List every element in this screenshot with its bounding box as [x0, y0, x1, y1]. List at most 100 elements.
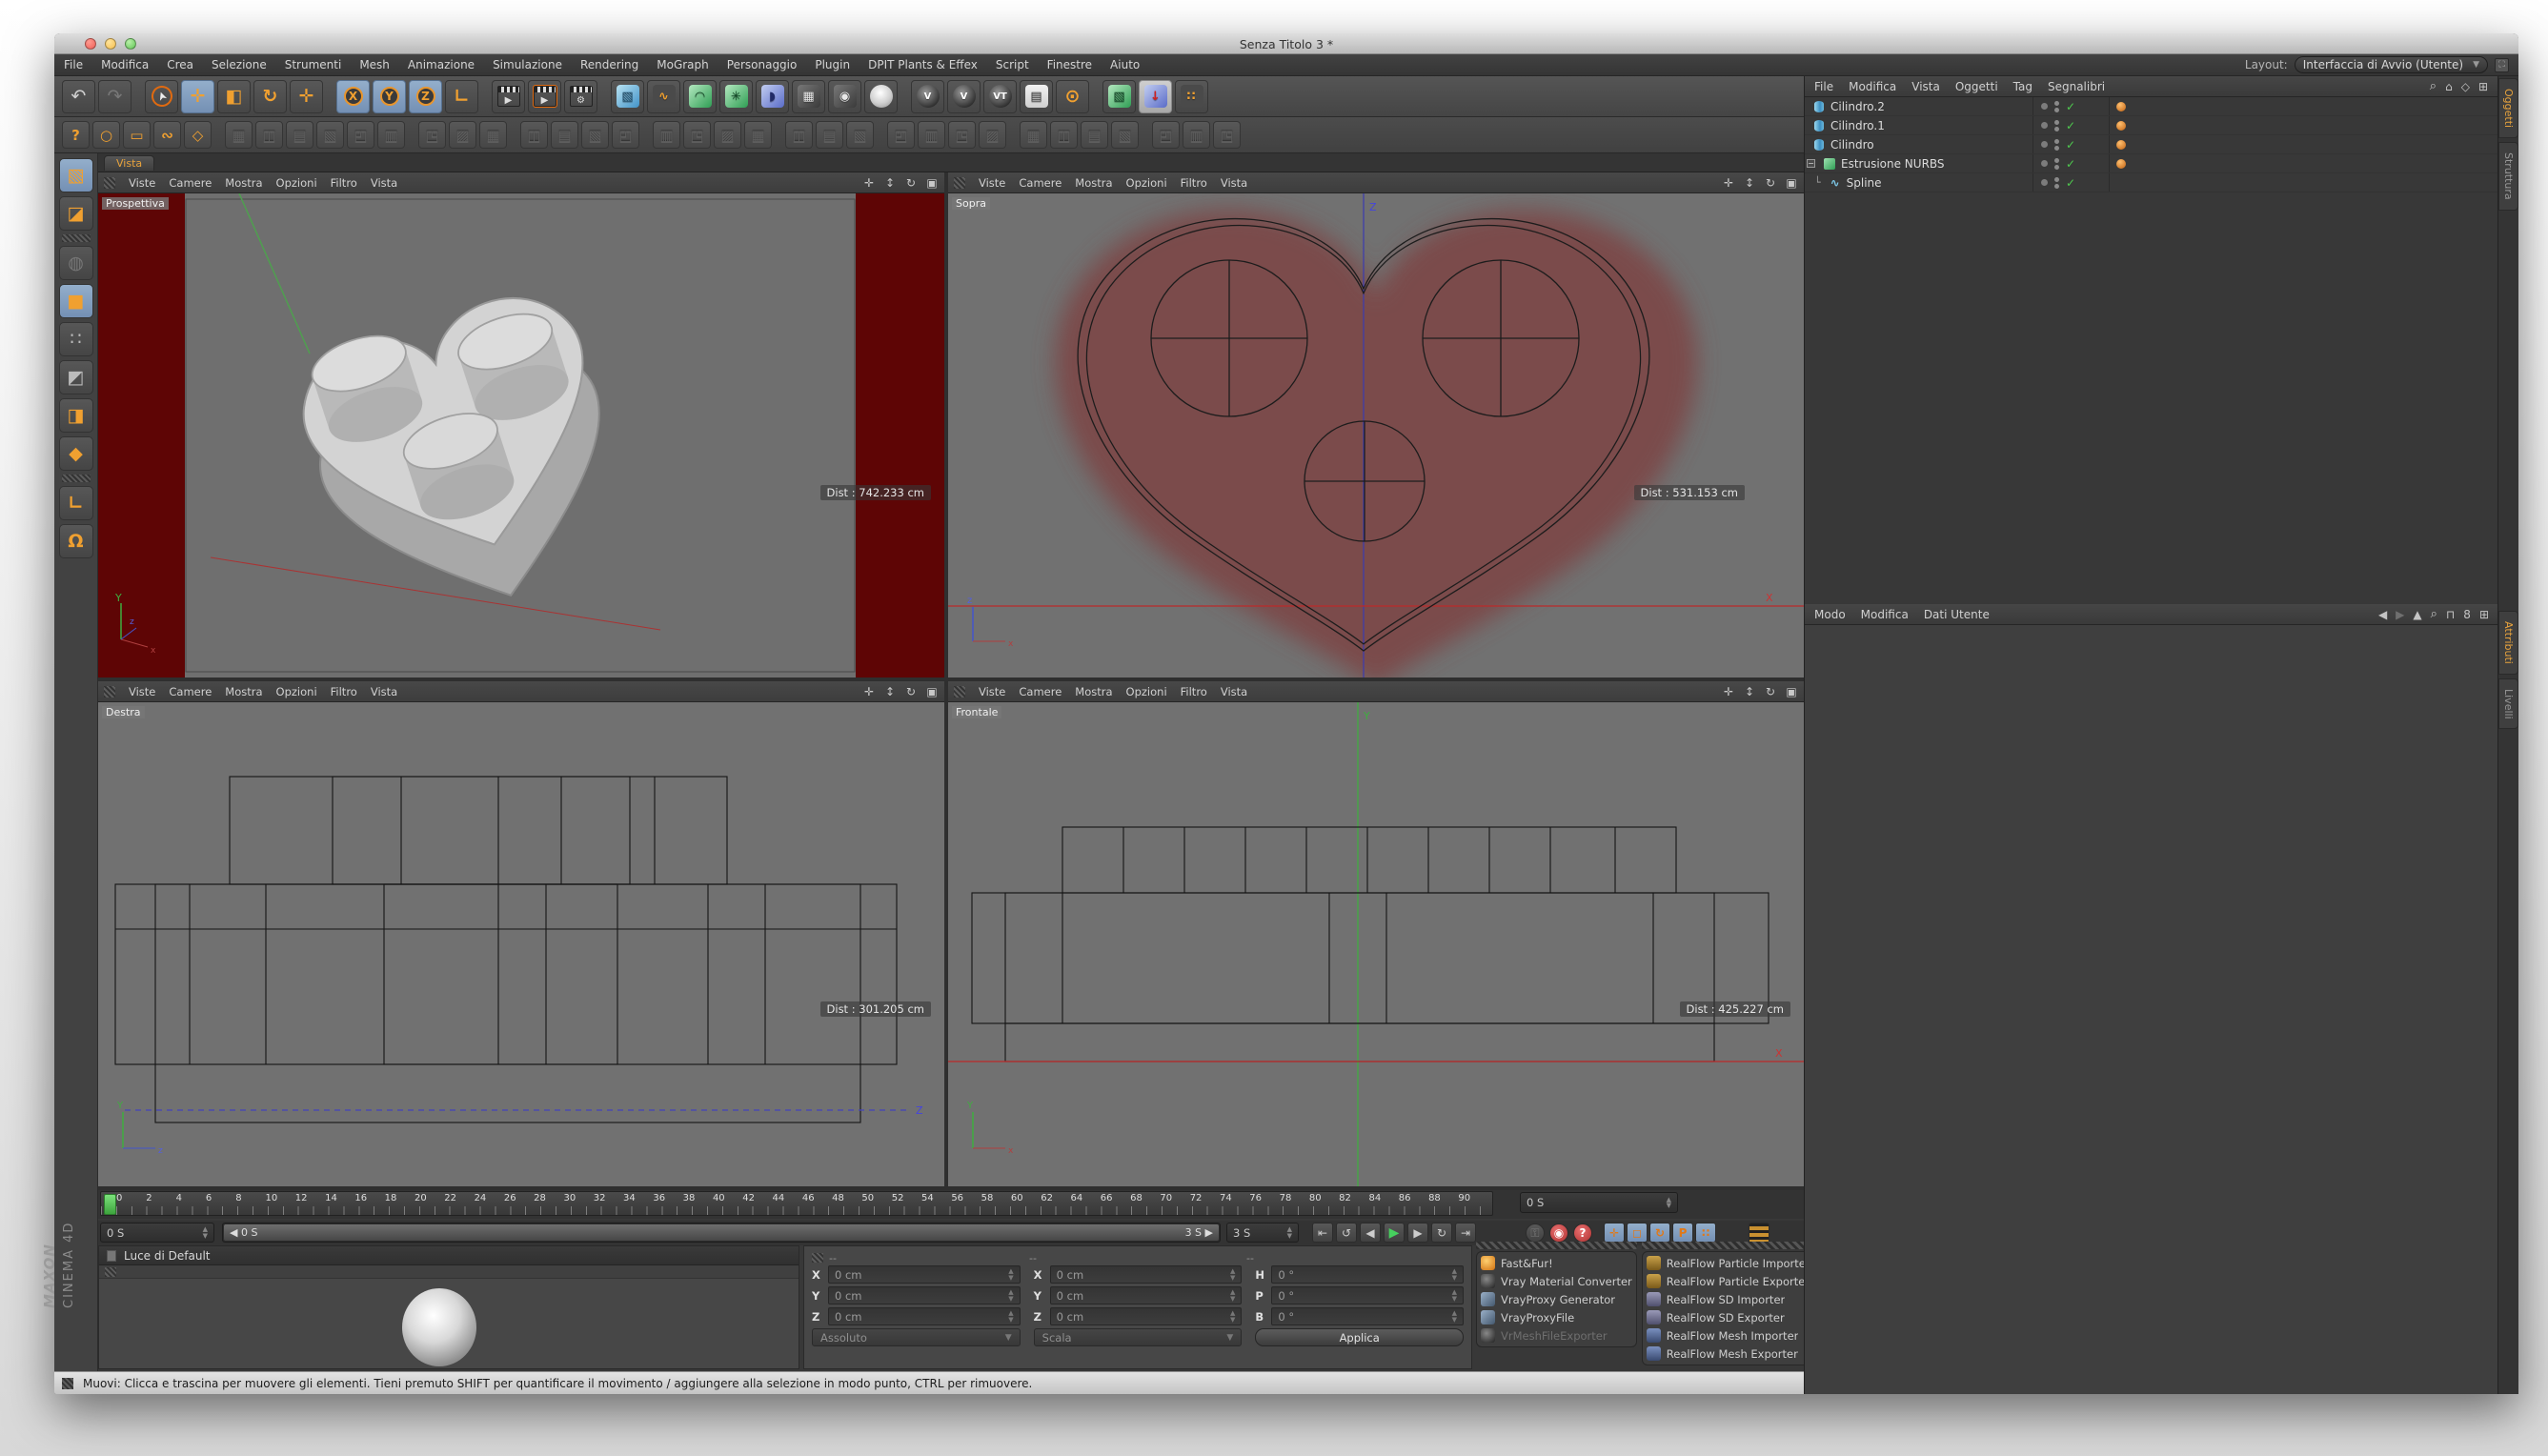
- lock-z-icon[interactable]: Z: [409, 80, 442, 113]
- deformer-icon[interactable]: ◗: [756, 80, 789, 113]
- render-settings-icon[interactable]: ⚙: [564, 80, 597, 113]
- d-icon[interactable]: ◳: [948, 121, 976, 149]
- drag-grip-icon[interactable]: [1476, 1242, 1637, 1249]
- object-row-spline[interactable]: └∿Spline✓: [1805, 173, 2498, 192]
- tab-vista[interactable]: Vista: [104, 155, 154, 171]
- scala-dropdown[interactable]: Scala▼: [1034, 1328, 1243, 1346]
- enable-dot[interactable]: [2041, 103, 2048, 110]
- d-icon[interactable]: ▦: [744, 121, 772, 149]
- om-menu-segnalibri[interactable]: Segnalibri: [2048, 80, 2105, 93]
- plugin-item[interactable]: RealFlow Particle Exporter: [1647, 1272, 1810, 1290]
- menu-aiuto[interactable]: Aiuto: [1110, 58, 1140, 71]
- home-icon[interactable]: ⌂: [2445, 80, 2453, 93]
- drag-grip-icon[interactable]: [954, 686, 965, 698]
- vp3-menu-camere[interactable]: Camere: [169, 685, 212, 698]
- om-menu-modifica[interactable]: Modifica: [1849, 80, 1896, 93]
- lock-x-icon[interactable]: X: [336, 80, 370, 113]
- coords-field-h[interactable]: 0 °▲▼: [1271, 1265, 1464, 1284]
- play-backward-button[interactable]: ↺: [1336, 1223, 1357, 1243]
- d-icon[interactable]: ▤: [551, 121, 578, 149]
- play-forward-button[interactable]: ▶: [1384, 1223, 1405, 1243]
- coords-field-z[interactable]: 0 cm▲▼: [828, 1307, 1021, 1325]
- object-row-estrusione-nurbs[interactable]: −Estrusione NURBS✓: [1805, 154, 2498, 173]
- phong-tag-icon[interactable]: [2116, 140, 2126, 150]
- om-menu-oggetti[interactable]: Oggetti: [1955, 80, 1998, 93]
- vp2-menu-opzioni[interactable]: Opzioni: [1126, 176, 1167, 190]
- drag-grip-icon[interactable]: [104, 177, 115, 189]
- d-icon[interactable]: ▨: [449, 121, 476, 149]
- zoom-view-icon[interactable]: ↕: [883, 685, 897, 698]
- maximize-view-icon[interactable]: ▣: [1785, 176, 1798, 190]
- edges-mode-icon[interactable]: ◨: [59, 398, 93, 433]
- default-light-sphere[interactable]: [402, 1288, 476, 1366]
- plugin-points-icon[interactable]: ∷: [1175, 80, 1208, 113]
- render-document-icon[interactable]: ▶: [528, 80, 561, 113]
- points-mode-icon[interactable]: ∷: [59, 322, 93, 356]
- key-parameter-button[interactable]: P: [1672, 1223, 1693, 1243]
- autokey-key-button[interactable]: ⚿: [1526, 1223, 1545, 1243]
- modeling-commands-icon[interactable]: ✳: [719, 80, 753, 113]
- frame-next-button[interactable]: ▶: [1407, 1223, 1428, 1243]
- add-panel-icon[interactable]: ⊞: [2478, 80, 2488, 93]
- drag-grip-icon[interactable]: [62, 1378, 73, 1389]
- link-icon[interactable]: 8: [2463, 608, 2471, 621]
- rotate-view-icon[interactable]: ↻: [904, 685, 918, 698]
- viewport-canvas-perspective[interactable]: Y z x: [98, 193, 944, 677]
- coords-field-b[interactable]: 0 °▲▼: [1271, 1307, 1464, 1325]
- play-loop-button[interactable]: ↻: [1431, 1223, 1452, 1243]
- titlebar[interactable]: Senza Titolo 3 *: [54, 33, 2518, 54]
- vp4-menu-mostra[interactable]: Mostra: [1075, 685, 1112, 698]
- am-menu-dati-utente[interactable]: Dati Utente: [1924, 608, 1990, 621]
- vp2-menu-mostra[interactable]: Mostra: [1075, 176, 1112, 190]
- enable-dot[interactable]: [2041, 122, 2048, 129]
- vp4-menu-filtro[interactable]: Filtro: [1181, 685, 1207, 698]
- coords-field-y[interactable]: 0 cm▲▼: [828, 1286, 1021, 1304]
- vp4-menu-camere[interactable]: Camere: [1019, 685, 1062, 698]
- menu-finestre[interactable]: Finestre: [1047, 58, 1092, 71]
- vray-vt-icon[interactable]: VT: [983, 80, 1017, 113]
- stepper-icon[interactable]: ▲▼: [1230, 1289, 1235, 1302]
- pan-view-icon[interactable]: ✛: [862, 176, 876, 190]
- object-mode-icon[interactable]: ■: [59, 284, 93, 318]
- rotate-view-icon[interactable]: ↻: [1764, 176, 1777, 190]
- character-joint-icon[interactable]: ⊙: [1056, 80, 1089, 113]
- editor-render-dots[interactable]: [2054, 101, 2059, 112]
- vp1-menu-opzioni[interactable]: Opzioni: [276, 176, 317, 190]
- coordinate-system-icon[interactable]: ∟: [445, 80, 478, 113]
- autokey-record-button[interactable]: ◉: [1549, 1223, 1568, 1243]
- arrow-up-icon[interactable]: ▲: [2413, 608, 2421, 621]
- d-icon[interactable]: ▧: [581, 121, 609, 149]
- viewport-canvas-top[interactable]: Z X z x: [948, 193, 1804, 677]
- vp1-menu-mostra[interactable]: Mostra: [225, 176, 262, 190]
- coords-field-z[interactable]: 0 cm▲▼: [1050, 1307, 1243, 1325]
- vp2-menu-filtro[interactable]: Filtro: [1181, 176, 1207, 190]
- om-menu-tag[interactable]: Tag: [2013, 80, 2032, 93]
- drag-grip-icon[interactable]: [1642, 1242, 1815, 1249]
- enabled-check-icon[interactable]: ✓: [2066, 138, 2075, 152]
- d-icon[interactable]: ◳: [418, 121, 446, 149]
- d-icon[interactable]: ◫: [520, 121, 548, 149]
- d-icon[interactable]: ▨: [979, 121, 1006, 149]
- enable-dot[interactable]: [2041, 141, 2048, 148]
- menu-rendering[interactable]: Rendering: [580, 58, 638, 71]
- d-icon[interactable]: ▧: [316, 121, 344, 149]
- rotate-view-icon[interactable]: ↻: [1764, 685, 1777, 698]
- editor-render-dots[interactable]: [2054, 139, 2059, 151]
- segments-mode-icon[interactable]: ◩: [59, 360, 93, 394]
- viewport-front[interactable]: VisteCamereMostraOpzioniFiltroVista ✛ ↕ …: [948, 681, 1804, 1186]
- vp1-menu-viste[interactable]: Viste: [129, 176, 155, 190]
- d-icon[interactable]: ◰: [347, 121, 374, 149]
- vp3-menu-mostra[interactable]: Mostra: [225, 685, 262, 698]
- plugin-item[interactable]: VrMeshFileExporter: [1481, 1326, 1632, 1345]
- menu-dpit-plants-effex[interactable]: DPIT Plants & Effex: [868, 58, 978, 71]
- layout-expand-icon[interactable]: ⛶: [2495, 58, 2509, 72]
- am-menu-modifica[interactable]: Modifica: [1861, 608, 1909, 621]
- plugin-item[interactable]: Fast&Fur!: [1481, 1254, 1632, 1272]
- pan-view-icon[interactable]: ✛: [1722, 176, 1735, 190]
- vp2-menu-camere[interactable]: Camere: [1019, 176, 1062, 190]
- vp3-menu-vista[interactable]: Vista: [371, 685, 397, 698]
- script-console-icon[interactable]: ▤: [1020, 80, 1053, 113]
- move-tool-icon[interactable]: ✛: [181, 80, 214, 113]
- d-icon[interactable]: ▦: [1020, 121, 1047, 149]
- enable-dot[interactable]: [2041, 160, 2048, 167]
